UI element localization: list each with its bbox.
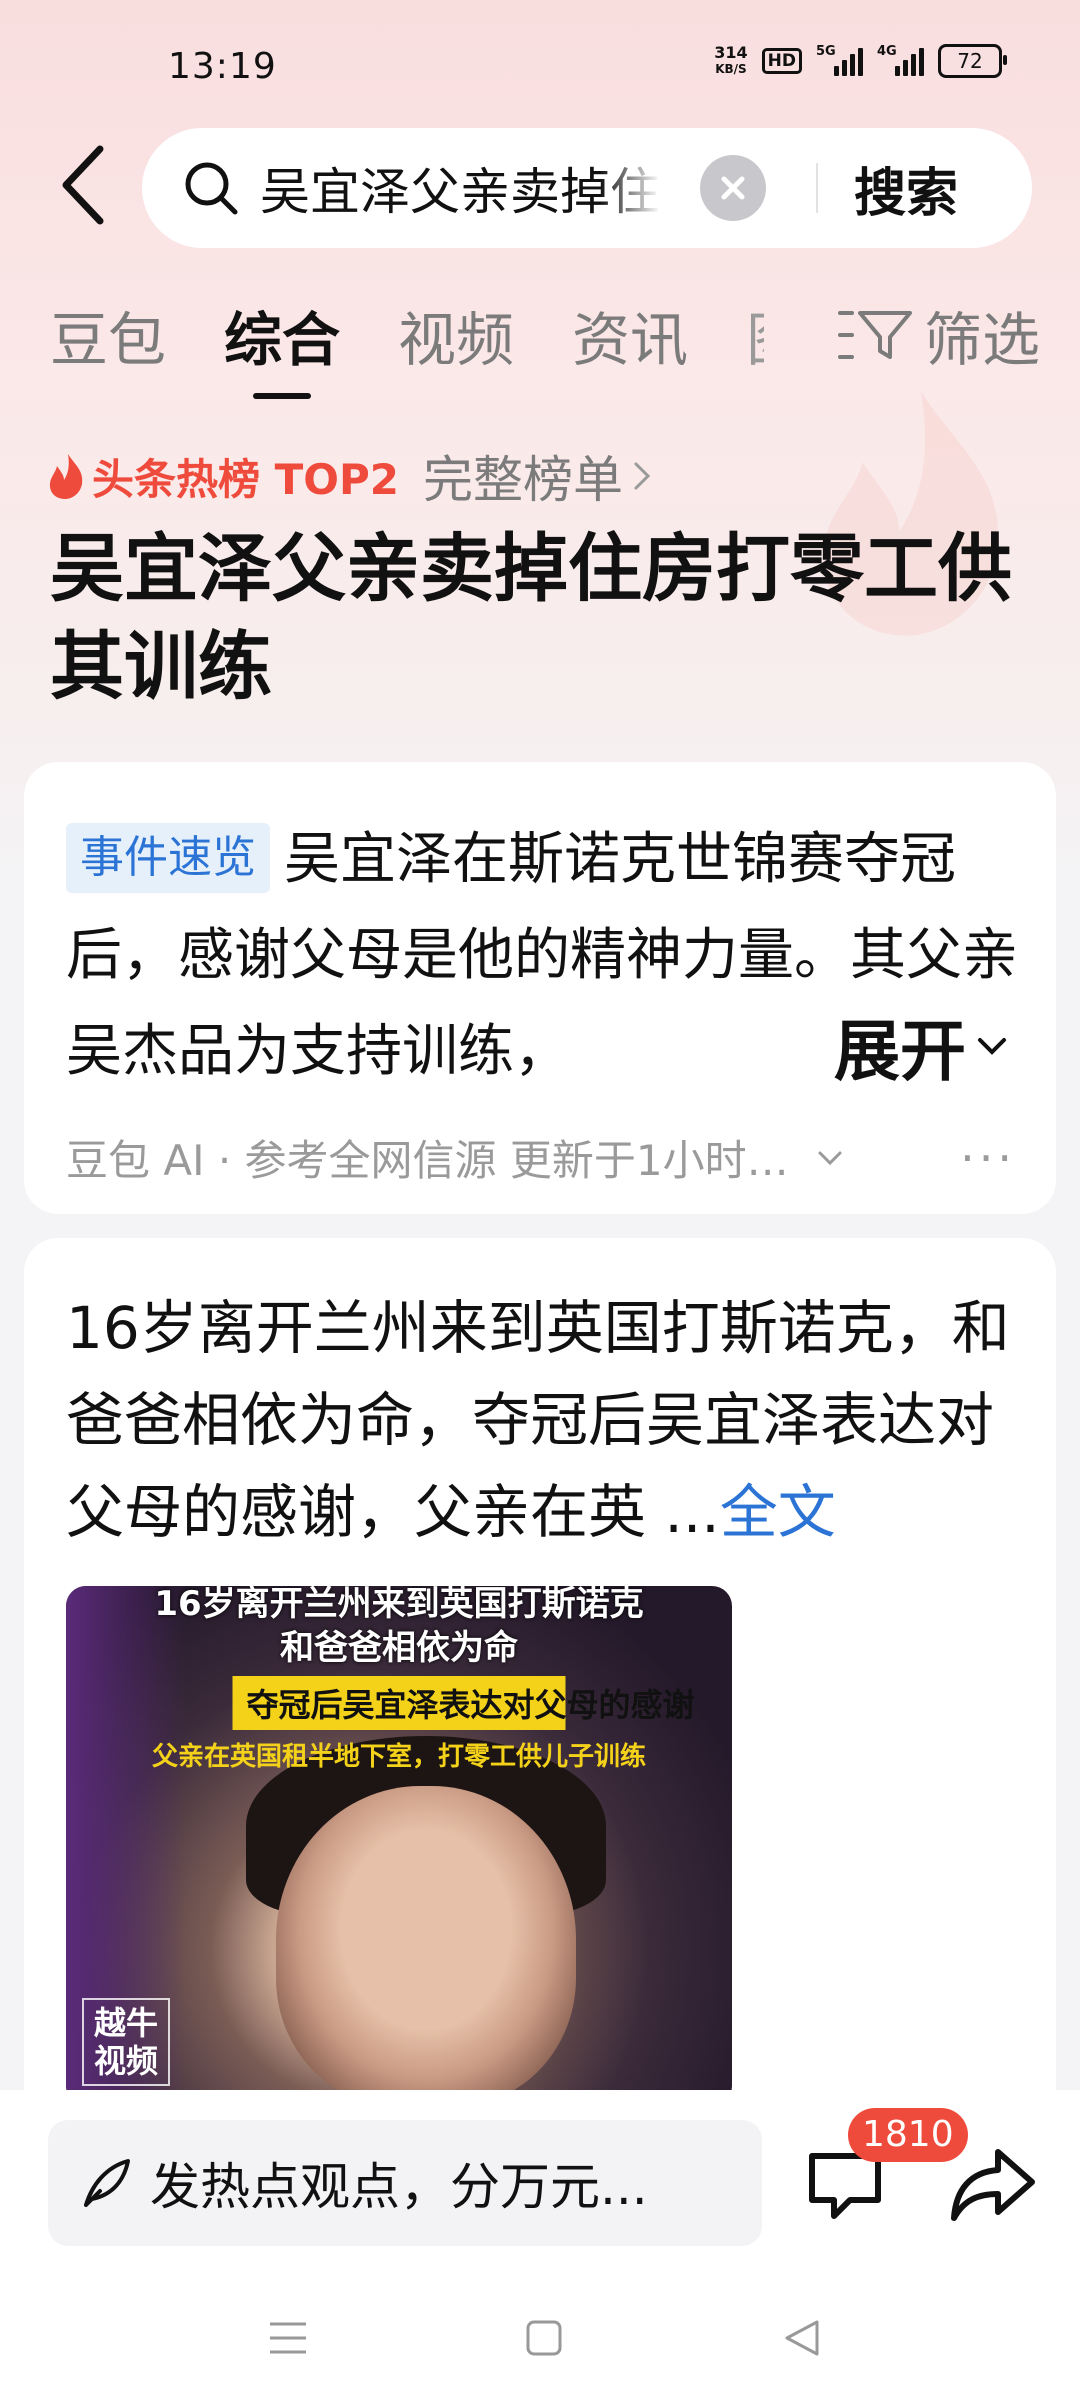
summary-source-row: 豆包 AI · 参考全网信源 更新于1小时… ···	[66, 1127, 1016, 1188]
result-tabs: 豆包 综合 视频 资讯 图 筛选	[50, 290, 1040, 380]
search-divider	[816, 163, 818, 213]
search-icon	[185, 162, 238, 215]
search-bar: 吴宜泽父亲卖掉住房打零工供其训练 搜索	[142, 128, 1032, 248]
network-speed: 314 KB/S	[714, 43, 748, 76]
triangle-back-icon	[785, 2320, 819, 2356]
back-nav-button[interactable]	[772, 2308, 832, 2368]
article-text: 16岁离开兰州来到英国打斯诺克，和爸爸相依为命，夺冠后吴宜泽表达对父母的感谢，父…	[66, 1294, 1010, 1546]
fire-icon	[49, 454, 83, 499]
screen: { "status_bar": { "time": "13:19", "net_…	[0, 0, 1080, 2400]
clear-search-button[interactable]	[700, 155, 766, 221]
search-submit-button[interactable]: 搜索	[854, 151, 958, 226]
event-summary-card: 事件速览 吴宜泽在斯诺克世锦赛夺冠后，感谢父母是他的精神力量。其父亲吴杰品为支持训…	[24, 762, 1056, 1214]
home-square-icon	[526, 2320, 562, 2356]
status-icons: 314 KB/S HD 5G 4G 72	[714, 43, 1007, 78]
topic-headline: 吴宜泽父亲卖掉住房打零工供其训练	[50, 526, 1012, 710]
article-snippet[interactable]: 16岁离开兰州来到英国打斯诺克，和爸爸相依为命，夺冠后吴宜泽表达对父母的感谢，父…	[66, 1282, 1046, 1558]
expand-button[interactable]: 展开	[794, 998, 1010, 1094]
back-button[interactable]	[48, 140, 118, 230]
video-thumbnail[interactable]: 16岁离开兰州来到英国打斯诺克 和爸爸相依为命 夺冠后吴宜泽表达对父母的感谢 父…	[66, 1586, 732, 2106]
person-face	[276, 1786, 576, 2106]
full-list-link[interactable]: 完整榜单	[423, 440, 623, 512]
signal-5g-icon: 5G	[816, 44, 863, 76]
hot-rank-label: 头条热榜 TOP2	[92, 454, 399, 504]
video-caption-line3: 夺冠后吴宜泽表达对父母的感谢	[232, 1676, 695, 1730]
bottom-action-bar: 发热点观点，分万元... 1810	[0, 2090, 1080, 2400]
hot-ranking-row[interactable]: 头条热榜 TOP2 完整榜单	[46, 440, 651, 512]
menu-icon	[270, 2322, 306, 2354]
more-options-button[interactable]: ···	[960, 1131, 1016, 1185]
share-icon[interactable]	[948, 2138, 1038, 2228]
tab-news[interactable]: 资讯	[572, 293, 688, 377]
status-bar: 13:19 314 KB/S HD 5G 4G 72	[0, 0, 1080, 130]
summary-source: 豆包 AI · 参考全网信源 更新于1小时…	[66, 1136, 789, 1185]
feather-pen-icon	[84, 2159, 130, 2207]
filter-label: 筛选	[923, 306, 1040, 374]
chevron-right-icon	[634, 462, 651, 490]
video-source-watermark: 越牛视频	[82, 1998, 170, 2086]
menu-nav-button[interactable]	[258, 2308, 318, 2368]
expand-label: 展开	[834, 1013, 966, 1090]
filter-icon	[837, 311, 912, 359]
article-card[interactable]: 16岁离开兰州来到英国打斯诺克，和爸爸相依为命，夺冠后吴宜泽表达对父母的感谢，父…	[24, 1238, 1056, 2138]
home-nav-button[interactable]	[514, 2308, 574, 2368]
comment-placeholder: 发热点观点，分万元...	[150, 2158, 648, 2216]
tab-video[interactable]: 视频	[398, 293, 514, 377]
comment-input[interactable]: 发热点观点，分万元...	[48, 2120, 762, 2246]
event-summary-tag: 事件速览	[66, 823, 270, 893]
chevron-down-small-icon[interactable]	[815, 1148, 845, 1168]
chevron-left-icon	[62, 145, 104, 225]
signal-4g-icon: 4G	[877, 44, 924, 76]
close-icon	[721, 176, 745, 200]
tab-doubao[interactable]: 豆包	[50, 293, 166, 377]
search-input[interactable]: 吴宜泽父亲卖掉住房打零工供其训练	[260, 152, 660, 224]
video-caption-line4: 父亲在英国租半地下室，打零工供儿子训练	[151, 1742, 646, 1772]
filter-button[interactable]: 筛选	[837, 290, 1040, 380]
chevron-down-icon	[978, 1038, 1006, 1055]
video-caption-line2: 和爸爸相依为命	[280, 1628, 518, 1668]
full-text-link[interactable]: 全文	[720, 1478, 836, 1546]
tab-images[interactable]: 图	[746, 293, 764, 377]
status-time: 13:19	[168, 46, 277, 87]
hd-voice-icon: HD	[761, 48, 802, 74]
battery-icon: 72	[938, 44, 1007, 78]
system-nav-bar	[0, 2308, 1080, 2378]
tab-comprehensive[interactable]: 综合	[224, 293, 340, 377]
